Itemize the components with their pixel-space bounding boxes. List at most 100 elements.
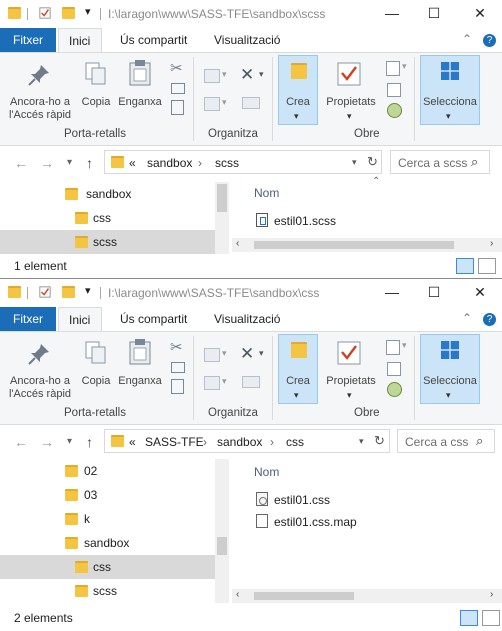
- maximize-icon[interactable]: ☐: [412, 279, 456, 307]
- new-folder-quick-icon[interactable]: [62, 7, 75, 19]
- open-dropdown-icon[interactable]: ▾: [402, 340, 407, 351]
- select-button[interactable]: Selecciona: [420, 96, 480, 109]
- address-dropdown-icon[interactable]: ▾: [352, 157, 357, 168]
- tab-share[interactable]: Ús compartit: [110, 28, 197, 52]
- search-icon[interactable]: ⌕: [471, 154, 478, 170]
- arrow-up-icon[interactable]: ↑: [86, 155, 93, 171]
- new-button[interactable]: Crea: [278, 375, 318, 388]
- minimize-icon[interactable]: —: [370, 279, 414, 307]
- move-to-dropdown-icon[interactable]: ▾: [222, 348, 227, 359]
- paste-shortcut-icon[interactable]: [171, 379, 184, 394]
- help-icon[interactable]: ?: [483, 34, 496, 47]
- move-to-dropdown-icon[interactable]: ▾: [222, 69, 227, 80]
- breadcrumb-sandbox[interactable]: sandbox: [217, 435, 262, 449]
- chevron-up-icon[interactable]: ⌃: [462, 311, 472, 325]
- delete-icon[interactable]: ✕: [240, 344, 254, 364]
- delete-icon[interactable]: ✕: [240, 65, 254, 85]
- scroll-left-icon[interactable]: ‹: [236, 238, 239, 249]
- breadcrumb-overflow[interactable]: «: [129, 435, 136, 449]
- recent-locations-dropdown-icon[interactable]: ▾: [67, 436, 72, 447]
- nav-scrollbar-thumb[interactable]: [217, 537, 227, 555]
- tab-file[interactable]: Fitxer: [0, 307, 56, 331]
- nav-scrollbar-thumb[interactable]: [217, 184, 227, 212]
- address-bar[interactable]: « sandbox › scss ▾ ↻: [104, 150, 382, 174]
- tree-item-css[interactable]: css: [0, 555, 215, 579]
- large-icons-view-icon[interactable]: [478, 258, 496, 274]
- list-item[interactable]: estil01.css: [252, 489, 392, 511]
- select-dropdown-icon[interactable]: ▾: [446, 390, 451, 401]
- properties-dropdown-icon[interactable]: ▾: [347, 111, 352, 122]
- file-list-scrollbar-thumb[interactable]: [254, 241, 454, 249]
- breadcrumb-scss[interactable]: scss: [215, 156, 239, 170]
- help-icon[interactable]: ?: [483, 313, 496, 326]
- address-dropdown-icon[interactable]: ▾: [359, 436, 364, 447]
- tree-item-sandbox[interactable]: sandbox: [0, 182, 215, 206]
- select-button[interactable]: Selecciona: [420, 375, 480, 388]
- arrow-right-icon[interactable]: →: [40, 434, 54, 450]
- tree-item-sandbox[interactable]: sandbox: [0, 531, 215, 555]
- quick-access-dropdown-icon[interactable]: ▾: [85, 284, 91, 297]
- properties-dropdown-icon[interactable]: ▾: [347, 390, 352, 401]
- details-view-icon[interactable]: [460, 610, 478, 626]
- arrow-left-icon[interactable]: ←: [14, 155, 28, 171]
- close-icon[interactable]: ✕: [458, 279, 502, 307]
- breadcrumb-css[interactable]: css: [286, 435, 304, 449]
- file-list-scrollbar[interactable]: ‹ ›: [232, 238, 502, 252]
- new-button[interactable]: Crea: [278, 96, 318, 109]
- tab-home[interactable]: Inici: [58, 307, 102, 331]
- search-input[interactable]: Cerca a css ⌕: [397, 429, 495, 453]
- edit-icon[interactable]: [387, 83, 401, 97]
- breadcrumb-sass-tfe[interactable]: SASS-TFE: [145, 435, 204, 449]
- delete-dropdown-icon[interactable]: ▾: [259, 348, 264, 359]
- maximize-icon[interactable]: ☐: [412, 0, 456, 28]
- chevron-up-icon[interactable]: ⌃: [462, 32, 472, 46]
- breadcrumb-overflow[interactable]: «: [129, 156, 136, 170]
- file-list-scrollbar[interactable]: ‹ ›: [232, 589, 502, 603]
- search-input[interactable]: Cerca a scss ⌕: [390, 150, 490, 174]
- select-dropdown-icon[interactable]: ▾: [446, 111, 451, 122]
- scroll-right-icon[interactable]: ›: [490, 589, 493, 600]
- tab-file[interactable]: Fitxer: [0, 28, 56, 52]
- tree-item-scss[interactable]: scss: [0, 230, 215, 254]
- paste-shortcut-icon[interactable]: [171, 100, 184, 115]
- rename-icon[interactable]: [242, 97, 260, 109]
- tab-view[interactable]: Visualització: [204, 28, 290, 52]
- edit-icon[interactable]: [387, 362, 401, 376]
- cut-icon[interactable]: ✂: [170, 59, 183, 77]
- cut-icon[interactable]: ✂: [170, 338, 183, 356]
- arrow-right-icon[interactable]: →: [40, 155, 54, 171]
- open-dropdown-icon[interactable]: ▾: [402, 61, 407, 72]
- quick-access-dropdown-icon[interactable]: ▾: [85, 5, 91, 18]
- tree-item-02[interactable]: 02: [0, 459, 215, 483]
- minimize-icon[interactable]: —: [370, 0, 414, 28]
- move-to-icon[interactable]: [204, 69, 220, 83]
- copy-path-icon[interactable]: [171, 362, 185, 373]
- pin-quick-access-button[interactable]: Ancora-ho a l'Accés ràpid: [4, 96, 76, 122]
- arrow-left-icon[interactable]: ←: [14, 434, 28, 450]
- copy-to-icon[interactable]: [204, 376, 220, 390]
- scroll-right-icon[interactable]: ›: [490, 238, 493, 249]
- refresh-icon[interactable]: ↻: [367, 154, 378, 170]
- new-dropdown-icon[interactable]: ▾: [294, 111, 299, 122]
- file-list-scrollbar-thumb[interactable]: [254, 592, 354, 600]
- recent-locations-dropdown-icon[interactable]: ▾: [67, 157, 72, 168]
- tab-home[interactable]: Inici: [58, 28, 102, 52]
- open-icon[interactable]: [386, 61, 400, 76]
- large-icons-view-icon[interactable]: [482, 610, 500, 626]
- details-view-icon[interactable]: [456, 258, 474, 274]
- list-item[interactable]: estil01.css.map: [252, 511, 412, 533]
- pin-quick-access-button[interactable]: Ancora-ho a l'Accés ràpid: [4, 375, 76, 401]
- column-header-name[interactable]: Nom: [254, 186, 279, 200]
- properties-button[interactable]: Propietats: [322, 96, 380, 109]
- copy-to-icon[interactable]: [204, 97, 220, 111]
- new-dropdown-icon[interactable]: ▾: [294, 390, 299, 401]
- search-icon[interactable]: ⌕: [476, 433, 483, 449]
- tree-item-k[interactable]: k: [0, 507, 215, 531]
- refresh-icon[interactable]: ↻: [374, 433, 385, 449]
- properties-button[interactable]: Propietats: [322, 375, 380, 388]
- open-icon[interactable]: [386, 340, 400, 355]
- history-icon[interactable]: [387, 103, 402, 118]
- address-bar[interactable]: « SASS-TFE › sandbox › css ▾ ↻: [104, 429, 390, 453]
- paste-button[interactable]: Enganxa: [114, 375, 166, 388]
- tree-item-scss[interactable]: scss: [0, 579, 215, 603]
